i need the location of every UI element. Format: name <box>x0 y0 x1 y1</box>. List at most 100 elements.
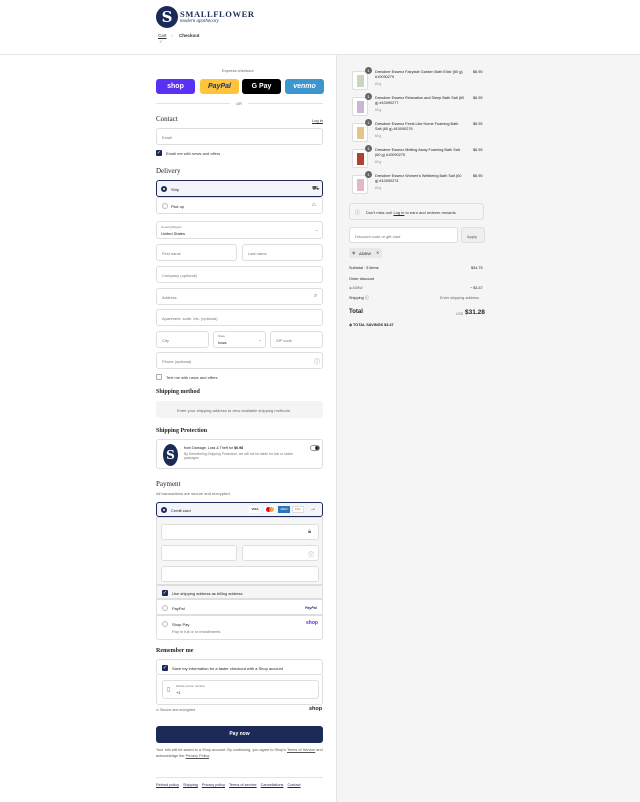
info-icon: ⓘ <box>355 210 361 216</box>
last-name-field[interactable]: Last name <box>242 244 323 261</box>
footer-privacy-link[interactable]: Privacy policy <box>202 783 225 787</box>
apartment-field[interactable]: Apartment, suite, etc. (optional) <box>156 309 323 326</box>
country-select[interactable]: Country/Region United States ⌄ <box>156 221 323 239</box>
pickup-option[interactable]: Pick up ⌂ <box>156 197 323 214</box>
total-savings: ⬗ TOTAL SAVINGS $3.47 <box>349 323 394 327</box>
remove-discount-icon[interactable]: ✕ <box>376 250 379 255</box>
subtotal-label: Subtotal · 5 items <box>349 266 379 270</box>
ship-option[interactable]: Ship ⛟ <box>156 180 323 197</box>
pay-now-button[interactable]: Pay now <box>156 726 323 743</box>
shop-pay-option[interactable]: Shop Pay Pay in full or in installments … <box>156 615 323 640</box>
footer-cancellations-link[interactable]: Cancellations <box>261 783 284 787</box>
news-checkbox[interactable]: ✓ <box>156 150 162 156</box>
contact-title: Contact <box>156 115 178 123</box>
address-placeholder: Address <box>162 295 177 300</box>
protection-title: Shipping Protection <box>156 428 208 434</box>
apply-button[interactable]: Apply <box>461 227 485 243</box>
product-name: Dresdner Essenz Fairytale Garden Bath El… <box>375 70 463 80</box>
quantity-badge: 1 <box>365 171 372 178</box>
delivery-title: Delivery <box>156 167 181 175</box>
help-icon[interactable]: ⓘ <box>314 357 320 366</box>
footer-refund-link[interactable]: Refund policy <box>156 783 179 787</box>
breadcrumb-checkout: Checkout <box>179 33 200 38</box>
city-field[interactable]: City <box>156 331 209 348</box>
pickup-label: Pick up <box>171 204 185 209</box>
billing-checkbox[interactable]: ✓ <box>162 590 168 596</box>
protection-logo-icon: S <box>163 444 178 466</box>
address-field[interactable]: Address ⌕ <box>156 288 323 305</box>
footer-contact-link[interactable]: Contact <box>287 783 300 787</box>
shop-pay-label: Shop Pay <box>172 622 190 627</box>
shop-pay-subtitle: Pay in full or in installments <box>172 629 221 634</box>
login-link[interactable]: Log in <box>312 118 323 123</box>
or-label: OR <box>236 101 242 106</box>
terms-link[interactable]: Terms of Service <box>287 748 315 752</box>
mobile-field[interactable]: ▯ Mobile phone number +1 <box>162 680 319 699</box>
state-value: Iowa <box>218 340 227 345</box>
total-value: $31.28 <box>465 309 485 316</box>
mobile-label: Mobile phone number <box>176 684 206 688</box>
privacy-link[interactable]: Privacy Policy <box>186 754 209 758</box>
footer-shipping-link[interactable]: Shipping <box>183 783 198 787</box>
mobile-container: ▯ Mobile phone number +1 <box>156 675 323 705</box>
logo-icon[interactable]: S <box>156 6 178 28</box>
protection-line1: from Damage, Loss & Theft for $0.98 <box>184 446 244 450</box>
paypal-label: PayPal <box>172 606 185 611</box>
express-label: Express checkout <box>222 68 254 73</box>
company-field[interactable]: Company (optional) <box>156 266 323 283</box>
billing-label: Use shipping address as billing address <box>172 591 243 596</box>
text-news-label: Text me with news and offers <box>166 375 218 380</box>
product-price: $6.95 <box>473 96 483 100</box>
state-select[interactable]: State Iowa ⌄ <box>213 331 266 348</box>
paypal-radio[interactable] <box>162 605 168 611</box>
paypal-button[interactable]: PayPal <box>200 79 239 94</box>
shipping-label: Shipping ⓘ <box>349 296 369 300</box>
product-name: Dresdner Essenz Feels Like Home Foaming … <box>375 122 459 132</box>
footer-divider <box>156 777 323 778</box>
header: S SMALLFLOWER modern apothecary Cart › C… <box>0 0 640 55</box>
help-icon[interactable]: ⓘ <box>364 296 369 300</box>
gpay-button[interactable]: G Pay <box>242 79 281 94</box>
shop-pay-radio[interactable] <box>162 621 168 627</box>
shop-footer-logo: shop <box>309 706 323 712</box>
phone-field[interactable]: Phone (optional) ⓘ <box>156 352 323 369</box>
pickup-radio[interactable] <box>162 203 168 209</box>
first-name-field[interactable]: First name <box>156 244 237 261</box>
venmo-button[interactable]: venmo <box>285 79 324 94</box>
footer-terms-link[interactable]: Terms of service <box>229 783 257 787</box>
help-icon[interactable]: ⓘ <box>308 550 314 559</box>
protection-toggle[interactable] <box>310 445 320 451</box>
shop-pay-button[interactable]: shop <box>156 79 195 94</box>
ship-radio[interactable] <box>161 186 167 192</box>
billing-row: ✓ Use shipping address as billing addres… <box>156 585 323 599</box>
zip-field[interactable]: ZIP code <box>270 331 323 348</box>
order-summary-panel <box>336 55 640 802</box>
card-number-field[interactable]: 🔒︎ <box>161 524 319 540</box>
credit-card-radio[interactable] <box>161 507 167 513</box>
rewards-text: Don't miss out! Log in to earn and redee… <box>366 210 456 215</box>
security-code-field[interactable]: ⓘ <box>242 545 319 561</box>
discount-input[interactable]: Discount code or gift card <box>349 227 458 243</box>
save-info-checkbox[interactable]: ✓ <box>162 665 168 671</box>
amex-icon: AMEX <box>278 506 290 513</box>
breadcrumb-cart[interactable]: Cart <box>158 33 167 38</box>
shop-logo-icon: shop <box>306 620 318 626</box>
product-price: $6.95 <box>473 70 483 74</box>
rewards-login-link[interactable]: Log in <box>393 210 404 215</box>
total-label: Total <box>349 309 363 315</box>
expiry-field[interactable] <box>161 545 237 561</box>
product-size: 60 g <box>375 134 382 138</box>
credit-card-option[interactable]: Credit card VISA AMEX DISC → <box>156 502 323 517</box>
protection-line2: By Deselecting Shipping Protection, we w… <box>184 452 294 461</box>
quantity-badge: 1 <box>365 93 372 100</box>
visa-icon: VISA <box>249 506 261 513</box>
shipping-value: Enter shipping address <box>440 296 479 300</box>
shipping-method-box: Enter your shipping address to view avai… <box>156 401 323 418</box>
protection-box: S from Damage, Loss & Theft for $0.98 By… <box>156 439 323 469</box>
product-name: Dresdner Essenz Melting Away Foaming Bat… <box>375 148 460 158</box>
email-field[interactable]: Email <box>156 128 323 145</box>
text-news-checkbox[interactable] <box>156 374 162 380</box>
news-label: Email me with news and offers <box>166 151 221 156</box>
paypal-option[interactable]: PayPal PayPal <box>156 599 323 615</box>
name-on-card-field[interactable] <box>161 566 319 582</box>
